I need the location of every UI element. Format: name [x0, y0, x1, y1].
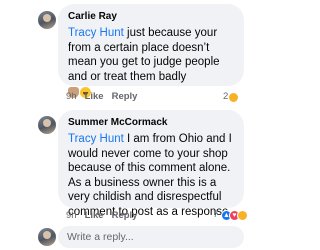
comment-author[interactable]: Summer McCormack	[68, 116, 234, 129]
comment-text: Tracy Hunt just because your from a cert…	[68, 26, 234, 84]
avatar[interactable]	[38, 11, 56, 29]
comment-body: I am from Ohio and I would never come to…	[68, 133, 232, 218]
reaction-count: 7	[213, 209, 219, 220]
avatar[interactable]	[38, 116, 56, 134]
haha-reaction-icon	[227, 91, 239, 103]
reaction-summary[interactable]: 7 ▲ ♥	[213, 209, 248, 222]
current-user-avatar[interactable]	[38, 228, 56, 246]
comment-carlie-ray: Carlie Ray Tracy Hunt just because your …	[0, 0, 250, 110]
comment-bubble[interactable]: Carlie Ray Tracy Hunt just because your …	[58, 4, 244, 98]
reply-bar	[0, 224, 250, 250]
comment-author[interactable]: Carlie Ray	[68, 10, 234, 23]
reply-button[interactable]: Reply	[112, 91, 138, 103]
reply-input[interactable]	[58, 226, 244, 248]
comment-actions: 9h Like Reply	[66, 91, 145, 103]
like-button[interactable]: Like	[85, 91, 104, 103]
comment-bubble[interactable]: Summer McCormack Tracy Hunt I am from Oh…	[58, 110, 244, 218]
mention-link[interactable]: Tracy Hunt	[68, 27, 124, 39]
comment-time[interactable]: 9h	[66, 210, 77, 222]
comment-text: Tracy Hunt I am from Ohio and I would ne…	[68, 132, 234, 219]
like-button[interactable]: Like	[85, 210, 104, 222]
comment-actions: 9h Like Reply	[66, 210, 145, 222]
mention-link[interactable]: Tracy Hunt	[68, 133, 124, 145]
haha-reaction-icon	[236, 209, 248, 221]
comment-time[interactable]: 9h	[66, 91, 77, 103]
comment-summer-mccormack: Summer McCormack Tracy Hunt I am from Oh…	[0, 108, 250, 222]
reaction-summary[interactable]: 2	[223, 91, 239, 104]
reply-button[interactable]: Reply	[112, 210, 138, 222]
